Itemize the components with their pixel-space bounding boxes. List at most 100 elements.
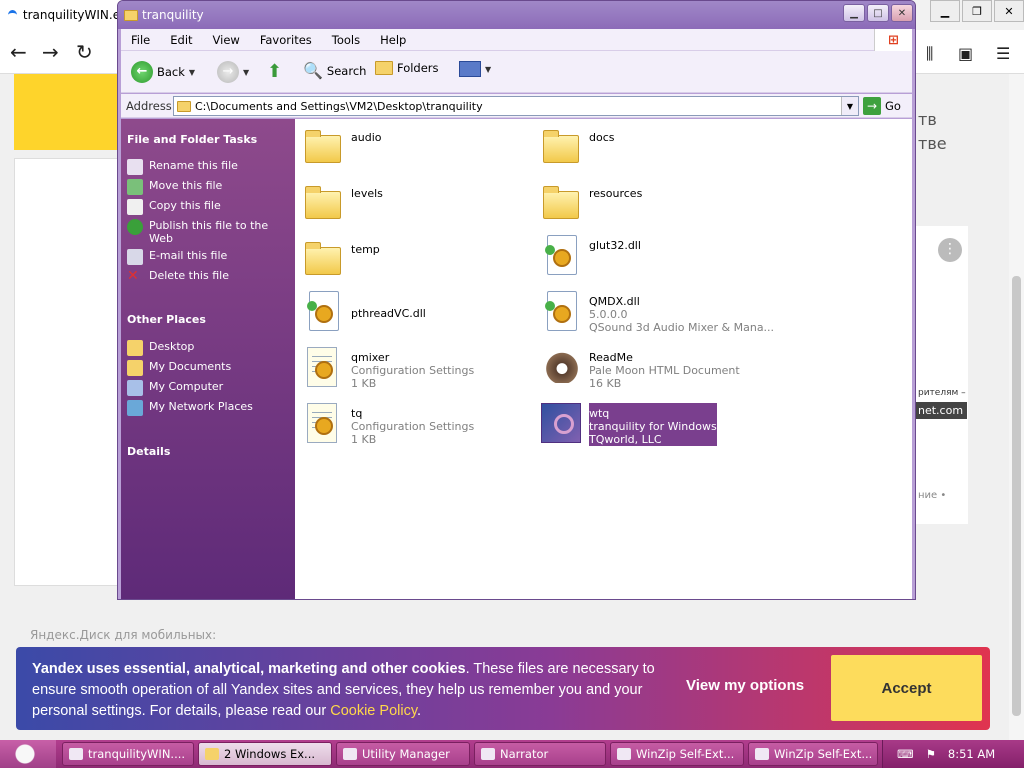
item-name: glut32.dll: [589, 239, 641, 252]
file-item-docs[interactable]: docs: [541, 127, 781, 167]
globe-icon: [127, 219, 143, 235]
keyboard-icon[interactable]: ⌨: [897, 747, 914, 761]
taskbar-button-explorer[interactable]: 2 Windows Ex...: [198, 742, 332, 766]
task-rename[interactable]: Rename this file: [127, 159, 287, 175]
desktop-folder-icon: [127, 340, 143, 356]
go-button[interactable]: → Go: [863, 97, 901, 115]
up-folder-button[interactable]: ⬆: [267, 61, 282, 82]
place-my-computer[interactable]: My Computer: [127, 380, 287, 396]
footer-label: Яндекс.Диск для мобильных:: [30, 628, 217, 642]
forward-button[interactable]: → ▼: [217, 61, 249, 83]
menu-edit[interactable]: Edit: [160, 33, 202, 47]
task-label: Rename this file: [149, 159, 238, 172]
task-email[interactable]: E-mail this file: [127, 249, 287, 265]
go-arrow-icon: →: [863, 97, 881, 115]
file-item-readme[interactable]: ReadMe Pale Moon HTML Document 16 KB: [541, 347, 781, 390]
menu-icon[interactable]: ☰: [996, 44, 1010, 63]
menu-bar: File Edit View Favorites Tools Help ⊞: [121, 29, 912, 51]
back-arrow-icon: ←: [131, 61, 153, 83]
go-label: Go: [885, 99, 901, 113]
right-badge: net.com: [914, 402, 968, 419]
sidebar-icon[interactable]: ▣: [958, 44, 973, 63]
item-size: 1 KB: [351, 377, 377, 390]
network-tray-icon[interactable]: ⚑: [926, 747, 936, 761]
folders-button[interactable]: Folders: [375, 61, 439, 75]
menu-view[interactable]: View: [203, 33, 250, 47]
file-item-glut32[interactable]: glut32.dll: [541, 235, 781, 275]
file-item-resources[interactable]: resources: [541, 183, 781, 223]
file-item-temp[interactable]: temp: [303, 239, 543, 279]
maximize-icon[interactable]: ❐: [962, 0, 992, 22]
file-item-audio[interactable]: audio: [303, 127, 543, 167]
tasks-header[interactable]: File and Folder Tasks: [127, 133, 257, 146]
chevron-down-icon[interactable]: ▼: [485, 65, 491, 74]
close-icon[interactable]: ✕: [994, 0, 1024, 22]
task-label: Copy this file: [149, 199, 221, 212]
taskbar-button-winzip-1[interactable]: WinZip Self-Ext...: [610, 742, 744, 766]
item-name: tq: [351, 407, 363, 420]
item-description: tranquility for Windows: [589, 420, 717, 433]
views-button[interactable]: ▼: [459, 61, 491, 77]
app-icon: [69, 748, 83, 760]
file-item-qmdx[interactable]: QMDX.dll 5.0.0.0 QSound 3d Audio Mixer & M…: [541, 291, 781, 334]
library-icon[interactable]: ⫼: [926, 44, 933, 64]
app-icon: [617, 748, 631, 760]
explorer-window: tranquility ▁ □ ✕ File Edit View Favorit…: [117, 0, 916, 600]
back-button[interactable]: ← Back ▼: [131, 61, 195, 83]
file-item-qmixer[interactable]: qmixer Configuration Settings 1 KB: [303, 347, 543, 390]
chevron-down-icon[interactable]: ▼: [189, 68, 195, 77]
item-name: audio: [351, 131, 382, 144]
clock[interactable]: 8:51 AM: [948, 747, 995, 761]
explorer-titlebar[interactable]: tranquility ▁ □ ✕: [118, 1, 915, 29]
place-my-documents[interactable]: My Documents: [127, 360, 287, 376]
menu-help[interactable]: Help: [370, 33, 416, 47]
right-text: тв: [918, 110, 937, 129]
chevron-down-icon[interactable]: ▼: [841, 97, 858, 115]
maximize-icon[interactable]: □: [867, 4, 889, 22]
start-button[interactable]: [0, 740, 56, 768]
minimize-icon[interactable]: ▁: [930, 0, 960, 22]
close-icon[interactable]: ✕: [891, 4, 913, 22]
places-header[interactable]: Other Places: [127, 313, 206, 326]
address-input[interactable]: C:\Documents and Settings\VM2\Desktop\tr…: [173, 96, 859, 116]
menu-file[interactable]: File: [121, 33, 160, 47]
details-header[interactable]: Details: [127, 445, 170, 458]
view-options-button[interactable]: View my options: [686, 677, 804, 694]
menu-tools[interactable]: Tools: [322, 33, 370, 47]
file-item-tq[interactable]: tq Configuration Settings 1 KB: [303, 403, 543, 446]
more-options-icon[interactable]: ⋮: [938, 238, 962, 262]
menu-favorites[interactable]: Favorites: [250, 33, 322, 47]
task-label: Delete this file: [149, 269, 229, 282]
taskbar-label: 2 Windows Ex...: [224, 747, 316, 761]
browser-reload-icon[interactable]: ↻: [76, 40, 93, 64]
item-name: levels: [351, 187, 383, 200]
task-delete[interactable]: ✕ Delete this file: [127, 269, 287, 285]
cookie-banner: Yandex uses essential, analytical, marke…: [16, 647, 990, 730]
minimize-icon[interactable]: ▁: [843, 4, 865, 22]
taskbar-button-utility-manager[interactable]: Utility Manager: [336, 742, 470, 766]
app-icon: [755, 748, 769, 760]
place-network[interactable]: My Network Places: [127, 400, 287, 416]
rename-icon: [127, 159, 143, 175]
taskbar-button-narrator[interactable]: Narrator: [474, 742, 606, 766]
item-name: wtq: [589, 407, 610, 420]
file-item-wtq[interactable]: wtq tranquility for Windows TQworld, LLC: [541, 403, 781, 446]
file-item-pthreadvc[interactable]: pthreadVC.dll: [303, 291, 543, 331]
scrollbar-thumb[interactable]: [1012, 276, 1021, 716]
file-item-levels[interactable]: levels: [303, 183, 543, 223]
place-desktop[interactable]: Desktop: [127, 340, 287, 356]
browser-forward-icon[interactable]: →: [42, 40, 59, 64]
back-label: Back: [157, 65, 185, 79]
task-publish[interactable]: Publish this file to the Web: [127, 219, 287, 245]
taskbar-button-tranquility[interactable]: tranquilityWIN....: [62, 742, 194, 766]
browser-window-controls: ▁ ❐ ✕: [930, 0, 1024, 22]
cookie-policy-link[interactable]: Cookie Policy: [330, 703, 417, 719]
task-move[interactable]: Move this file: [127, 179, 287, 195]
chevron-down-icon[interactable]: ▼: [243, 68, 249, 77]
taskbar-button-winzip-2[interactable]: WinZip Self-Ext...: [748, 742, 878, 766]
browser-back-icon[interactable]: ←: [10, 40, 27, 64]
browser-tab[interactable]: tranquilityWIN.ex: [0, 0, 128, 30]
search-button[interactable]: 🔍 Search: [303, 61, 366, 80]
task-copy[interactable]: Copy this file: [127, 199, 287, 215]
accept-button[interactable]: Accept: [831, 655, 982, 721]
